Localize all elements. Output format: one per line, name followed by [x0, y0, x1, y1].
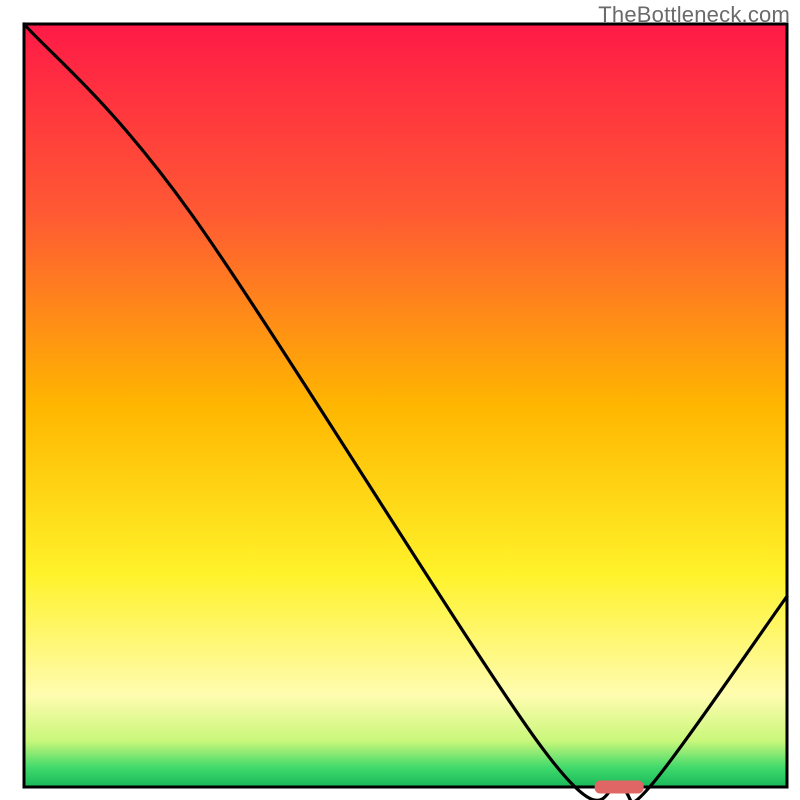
watermark-text: TheBottleneck.com — [598, 2, 790, 28]
chart-background — [24, 24, 787, 787]
bottleneck-chart — [0, 0, 800, 800]
optimal-range-marker — [595, 781, 643, 793]
